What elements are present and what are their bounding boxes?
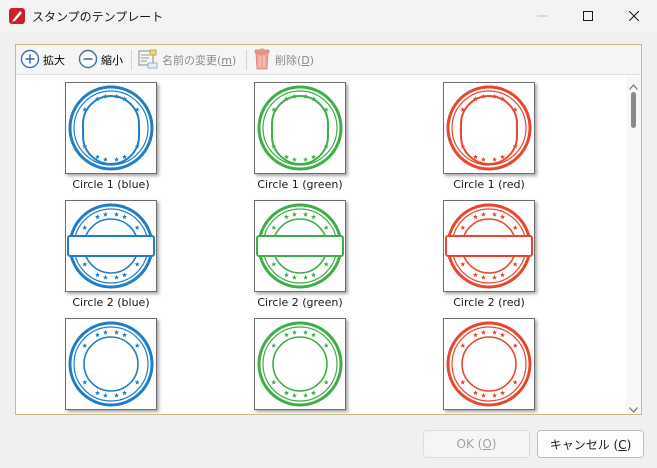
chevron-up-icon[interactable] (629, 79, 638, 93)
stamp-thumbnail (254, 318, 346, 410)
stamp-thumbnail (443, 318, 535, 410)
stamp-template-item[interactable]: Circle 1 (blue) (30, 78, 190, 196)
close-icon (629, 11, 639, 21)
stamp-thumbnail (65, 200, 157, 292)
stamp-grid: Circle 1 (blue) Circle 1 (green) Circle 1 … (16, 76, 626, 414)
stamp-preview-icon (257, 85, 343, 171)
stamp-label: Circle 1 (green) (257, 178, 343, 191)
toolbar-separator (131, 50, 132, 70)
zoom-out-button[interactable]: 縮小 (78, 48, 123, 72)
stamp-label: Circle 1 (red) (453, 178, 525, 191)
stamp-template-item[interactable]: Circle 3 (green) (219, 314, 379, 414)
vertical-scrollbar[interactable] (626, 76, 641, 414)
stamp-template-item[interactable]: Circle 3 (red) (408, 314, 568, 414)
window-title: スタンプのテンプレート (32, 10, 164, 24)
stamp-template-item[interactable]: Circle 2 (green) (219, 196, 379, 314)
minus-circle-icon (78, 49, 98, 72)
template-panel: 拡大 縮小 名前の変更(m) 削除(D) Circle 1 (blue) Circ… (15, 44, 642, 415)
plus-circle-icon (20, 49, 40, 72)
minimize-icon (537, 11, 547, 21)
close-button[interactable] (611, 0, 657, 32)
stamp-label: Circle 2 (blue) (72, 296, 150, 309)
stamp-preview-icon (68, 85, 154, 171)
stamp-template-item[interactable]: Circle 2 (red) (408, 196, 568, 314)
stamp-preview-icon (67, 203, 155, 289)
ok-button[interactable]: OK (O) (423, 430, 530, 458)
chevron-down-icon[interactable] (629, 402, 638, 416)
zoom-in-label: 拡大 (43, 54, 65, 67)
stamp-preview-icon (445, 203, 533, 289)
scrollbar-thumb[interactable] (631, 92, 636, 128)
stamp-thumbnail (65, 318, 157, 410)
stamp-label: Circle 2 (red) (453, 296, 525, 309)
rename-button[interactable]: 名前の変更(m) (137, 48, 236, 72)
rename-icon (137, 48, 159, 73)
stamp-template-item[interactable]: Circle 2 (blue) (30, 196, 190, 314)
stamp-thumbnail (254, 200, 346, 292)
cancel-button[interactable]: キャンセル (C) (537, 430, 644, 458)
stamp-label: Circle 1 (blue) (72, 178, 150, 191)
stamp-label: Circle 2 (green) (257, 296, 343, 309)
rename-label: 名前の変更(m) (162, 54, 237, 67)
delete-label: 削除(D) (275, 54, 315, 67)
stamp-preview-icon (256, 203, 344, 289)
stamp-preview-icon (446, 85, 532, 171)
stamp-thumbnail (65, 82, 157, 174)
stamp-template-item[interactable]: Circle 1 (green) (219, 78, 379, 196)
title-bar: スタンプのテンプレート (0, 0, 657, 32)
pdf-pen-icon (8, 7, 26, 25)
stamp-preview-icon (68, 321, 154, 407)
stamp-thumbnail (443, 82, 535, 174)
maximize-button[interactable] (565, 0, 611, 32)
delete-button[interactable]: 削除(D) (252, 48, 314, 72)
stamp-preview-icon (446, 321, 532, 407)
stamp-thumbnail (443, 200, 535, 292)
zoom-in-button[interactable]: 拡大 (20, 48, 65, 72)
stamp-template-item[interactable]: Circle 3 (blue) (30, 314, 190, 414)
stamp-thumbnail (254, 82, 346, 174)
toolbar: 拡大 縮小 名前の変更(m) 削除(D) (16, 45, 641, 75)
ok-label: OK (O) (456, 437, 497, 451)
cancel-label: キャンセル (C) (549, 437, 632, 452)
toolbar-separator (246, 50, 247, 70)
trash-icon (252, 48, 272, 73)
stamp-template-item[interactable]: Circle 1 (red) (408, 78, 568, 196)
stamp-preview-icon (257, 321, 343, 407)
minimize-button[interactable] (519, 0, 565, 32)
zoom-out-label: 縮小 (101, 54, 123, 67)
maximize-icon (583, 11, 593, 21)
